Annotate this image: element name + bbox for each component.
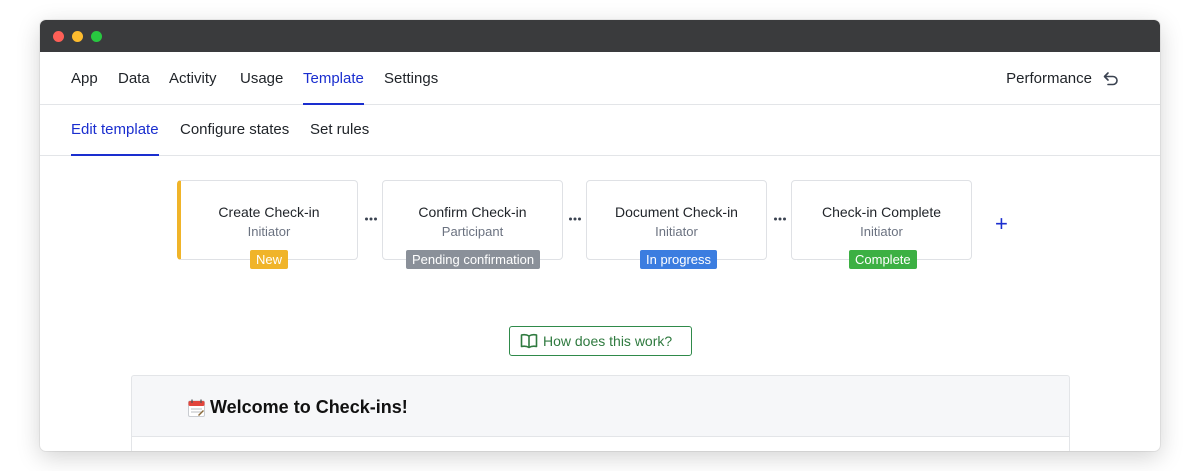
state-role: Initiator: [860, 224, 903, 239]
state-card-create-check-in[interactable]: Create Check-in Initiator: [177, 180, 358, 260]
tab-set-rules[interactable]: Set rules: [310, 105, 369, 155]
maximize-window-button[interactable]: [91, 31, 102, 42]
tab-template[interactable]: Template: [303, 54, 364, 105]
state-role: Participant: [441, 224, 504, 239]
tab-data[interactable]: Data: [118, 54, 150, 104]
top-navigation: App Data Activity Usage Template Setting…: [40, 54, 1160, 105]
close-window-button[interactable]: [53, 31, 64, 42]
tab-configure-states[interactable]: Configure states: [180, 105, 289, 155]
tab-activity[interactable]: Activity: [169, 54, 217, 104]
state-card-confirm-check-in[interactable]: Confirm Check-in Participant: [382, 180, 563, 260]
tab-app[interactable]: App: [71, 54, 98, 104]
state-role: Initiator: [247, 224, 291, 239]
state-role: Initiator: [655, 224, 698, 239]
welcome-body: [132, 437, 1069, 451]
welcome-panel: Welcome to Check-ins!: [131, 375, 1070, 451]
undo-arrow-icon[interactable]: [1102, 70, 1120, 88]
welcome-heading: Welcome to Check-ins!: [210, 397, 408, 417]
plus-icon[interactable]: +: [995, 213, 1008, 235]
tab-settings[interactable]: Settings: [384, 54, 438, 104]
calendar-icon: [188, 399, 205, 417]
minimize-window-button[interactable]: [72, 31, 83, 42]
tab-edit-template[interactable]: Edit template: [71, 105, 159, 156]
state-card-document-check-in[interactable]: Document Check-in Initiator: [586, 180, 767, 260]
browser-window: App Data Activity Usage Template Setting…: [40, 20, 1160, 451]
how-does-this-work-button[interactable]: How does this work?: [509, 326, 692, 356]
state-title: Confirm Check-in: [418, 204, 527, 220]
state-title: Create Check-in: [218, 204, 320, 220]
state-title: Check-in Complete: [821, 204, 942, 220]
ellipsis-icon[interactable]: [773, 212, 787, 226]
performance-link[interactable]: Performance: [1006, 54, 1092, 104]
help-button-label: How does this work?: [543, 333, 673, 349]
status-badge-in-progress: In progress: [640, 250, 718, 269]
tab-usage[interactable]: Usage: [240, 54, 283, 104]
status-badge-pending: Pending confirmation: [406, 250, 541, 269]
status-badge-complete: Complete: [849, 250, 917, 269]
state-card-check-in-complete[interactable]: Check-in Complete Initiator: [791, 180, 972, 260]
title-bar: [40, 20, 1160, 52]
book-open-icon: [520, 333, 538, 349]
ellipsis-icon[interactable]: [568, 212, 582, 226]
state-title: Document Check-in: [615, 204, 738, 220]
ellipsis-icon[interactable]: [364, 212, 378, 226]
status-badge-new: New: [250, 250, 289, 269]
sub-navigation: Edit template Configure states Set rules: [40, 105, 1160, 156]
